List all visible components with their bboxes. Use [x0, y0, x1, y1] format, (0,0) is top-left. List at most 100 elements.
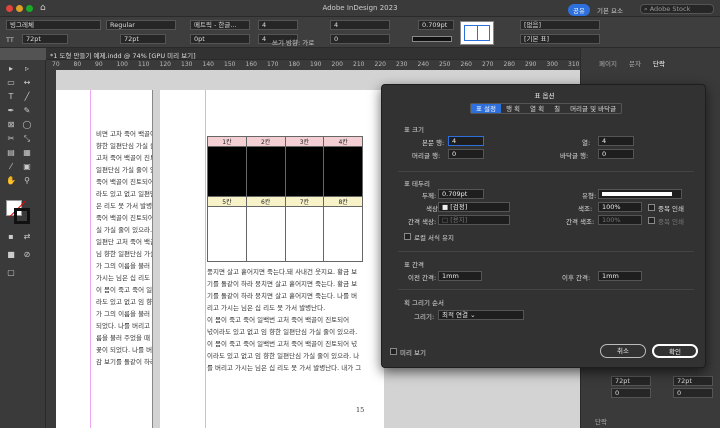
- gap-tool-icon[interactable]: ↔: [22, 78, 32, 88]
- table-cell[interactable]: [323, 206, 363, 262]
- weight-input[interactable]: 0.709pt: [438, 189, 484, 199]
- table-cell[interactable]: [284, 146, 325, 197]
- row-height-input[interactable]: 0: [330, 34, 390, 44]
- baseline-shift-input[interactable]: 0pt: [190, 34, 250, 44]
- table-cell[interactable]: 8칸: [323, 196, 363, 207]
- table-cell[interactable]: 7칸: [284, 196, 325, 207]
- tab-headers-footers[interactable]: 머리글 및 바닥글: [565, 104, 621, 113]
- left-page-text[interactable]: 비면 고차 죽어 백골이 향한 일편단심 가실 줄이 고처 죽어 백골이 진토되…: [96, 128, 152, 368]
- rectangle-frame-tool-icon[interactable]: ⊠: [6, 120, 16, 130]
- note-tool-icon[interactable]: ▦: [22, 148, 32, 158]
- header-rows-input[interactable]: 0: [448, 149, 484, 159]
- paragraph-panel-tab[interactable]: 단락: [653, 58, 665, 68]
- panel-size-input[interactable]: 72pt: [611, 376, 651, 386]
- character-panel-tab[interactable]: 문자: [629, 58, 641, 68]
- default-colors-icon[interactable]: ▪: [6, 232, 16, 242]
- pages-panel-tab[interactable]: 페이지: [599, 58, 617, 68]
- tab-fills[interactable]: 칠: [549, 104, 565, 113]
- apply-none-icon[interactable]: ⊘: [22, 250, 32, 260]
- table-cell[interactable]: [323, 146, 363, 197]
- body-rows-input[interactable]: 4: [448, 136, 484, 146]
- stock-search-input[interactable]: ⌕ Adobe Stock: [640, 4, 714, 14]
- stroke-proxy-icon[interactable]: [460, 21, 494, 45]
- table-cell[interactable]: [245, 206, 286, 262]
- preserve-local-checkbox[interactable]: [404, 233, 411, 240]
- workspace-switcher[interactable]: 기본 요소: [597, 5, 623, 15]
- selection-tool-icon[interactable]: ▸: [6, 64, 16, 74]
- free-transform-tool-icon[interactable]: ⤡: [22, 134, 32, 144]
- direct-selection-tool-icon[interactable]: ▹: [22, 64, 32, 74]
- footer-rows-input[interactable]: 0: [598, 149, 634, 159]
- cancel-button[interactable]: 취소: [600, 344, 646, 358]
- vertical-ruler[interactable]: [46, 70, 56, 428]
- horizontal-ruler[interactable]: 70 80 90 100 110 120 130 140 150 160 170 180 190 200 2…: [46, 60, 580, 70]
- text-line: 풍지면 살고 흩어지면 죽는다.돼 사내건 웃지요. 황금 보: [207, 268, 358, 276]
- scissors-tool-icon[interactable]: ✂: [6, 134, 16, 144]
- page-tool-icon[interactable]: ▭: [6, 78, 16, 88]
- right-page-text[interactable]: 풍지면 살고 흩어지면 죽는다.돼 사내건 웃지요. 황금 보 기를 돌같이 하…: [207, 266, 379, 374]
- overprint-checkbox[interactable]: [648, 204, 655, 211]
- cell-style-select[interactable]: [없음]: [520, 20, 600, 30]
- tint-input[interactable]: 100%: [598, 202, 642, 212]
- view-mode-icon[interactable]: ▢: [6, 268, 16, 278]
- space-before-input[interactable]: 1mm: [438, 271, 482, 281]
- draw-order-select[interactable]: 최적 연결 ⌄: [438, 310, 524, 320]
- measure-tool-icon[interactable]: ▣: [22, 162, 32, 172]
- table-cell[interactable]: 5칸: [207, 196, 247, 207]
- tab-column-strokes[interactable]: 열 획: [525, 104, 549, 113]
- gradient-tool-icon[interactable]: ▤: [6, 148, 16, 158]
- gap-tint-input[interactable]: 100%: [598, 215, 642, 225]
- table-cell[interactable]: 6칸: [245, 196, 286, 207]
- hand-tool-icon[interactable]: ✋: [6, 176, 16, 186]
- ruler-tick-label: 130: [181, 61, 193, 68]
- gap-color-select[interactable]: □ [용지]: [438, 215, 510, 225]
- stroke-type-select[interactable]: [598, 189, 682, 199]
- table-style-select[interactable]: [기본 표]: [520, 34, 600, 44]
- tab-table-setup[interactable]: 표 설정: [471, 104, 502, 113]
- table-cell[interactable]: [284, 206, 325, 262]
- table-size-section: 표 크기: [404, 126, 425, 134]
- panel-leading-input[interactable]: 72pt: [673, 376, 713, 386]
- pencil-tool-icon[interactable]: ✎: [22, 106, 32, 116]
- apply-color-icon[interactable]: ■: [6, 250, 16, 260]
- panel-indent-input[interactable]: 0: [611, 388, 651, 398]
- share-button[interactable]: 공유: [568, 4, 590, 16]
- leading-input[interactable]: 72pt: [120, 34, 166, 44]
- table-header-cell[interactable]: 1칸: [207, 136, 247, 147]
- font-size-input[interactable]: 72pt: [22, 34, 68, 44]
- stroke-weight-input[interactable]: 0.709pt: [418, 20, 454, 30]
- text-line: 일편단 고처 죽어 백골: [96, 238, 152, 246]
- space-after-input[interactable]: 1mm: [598, 271, 642, 281]
- swap-colors-icon[interactable]: ⇄: [22, 232, 32, 242]
- pen-tool-icon[interactable]: ✒: [6, 106, 16, 116]
- gap-overprint-checkbox[interactable]: [648, 217, 655, 224]
- text-line: 리고 가시는 님은 십 리도 못 가서 발병난다.: [207, 304, 326, 312]
- line-tool-icon[interactable]: ╱: [22, 92, 32, 102]
- stroke-swatch[interactable]: [14, 208, 30, 224]
- ok-button[interactable]: 확인: [652, 344, 698, 358]
- table-header-cell[interactable]: 4칸: [323, 136, 363, 147]
- table-cell[interactable]: [207, 146, 247, 197]
- font-family-select[interactable]: 빙그레체: [6, 20, 101, 30]
- eyedropper-tool-icon[interactable]: ⁄: [6, 162, 16, 172]
- ellipse-tool-icon[interactable]: ◯: [22, 120, 32, 130]
- table-cell[interactable]: [245, 146, 286, 197]
- tint-label: 색조:: [578, 205, 593, 213]
- row-count-input[interactable]: 4: [330, 20, 390, 30]
- type-tool-icon[interactable]: T: [6, 92, 16, 102]
- panel-space-input[interactable]: 0: [673, 388, 713, 398]
- color-select[interactable]: ■ [검정]: [438, 202, 510, 212]
- zoom-tool-icon[interactable]: ⚲: [22, 176, 32, 186]
- stroke-type-swatch[interactable]: [412, 36, 452, 42]
- table-header-cell[interactable]: 2칸: [245, 136, 286, 147]
- kerning-select[interactable]: 메트릭 - 한글...: [190, 20, 250, 30]
- table-header-cell[interactable]: 3칸: [284, 136, 325, 147]
- font-style-select[interactable]: Regular: [106, 20, 176, 30]
- document-table[interactable]: 1칸 2칸 3칸 4칸 5칸 6칸 7칸 8칸: [207, 136, 363, 262]
- columns-input[interactable]: 4: [598, 136, 634, 146]
- document-tab[interactable]: *1 도형 만들기 예제.indd @ 74% [GPU 미리 보기]: [50, 50, 196, 60]
- table-cell[interactable]: [207, 206, 247, 262]
- tab-row-strokes[interactable]: 행 획: [501, 104, 525, 113]
- rows-input[interactable]: 4: [258, 20, 298, 30]
- preview-checkbox[interactable]: [390, 348, 397, 355]
